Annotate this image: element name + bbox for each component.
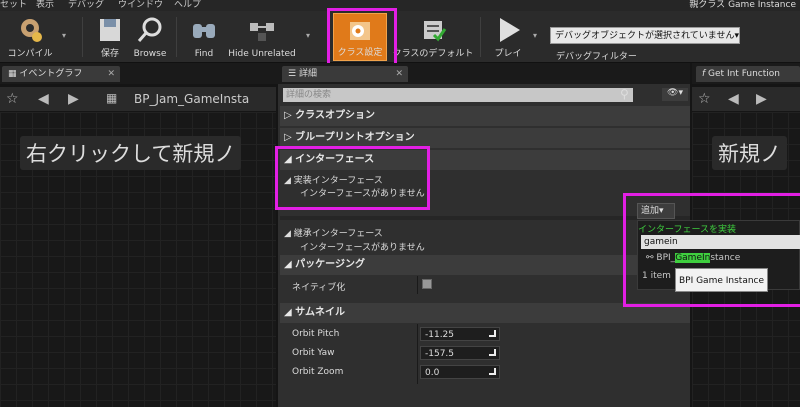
divider <box>480 17 481 57</box>
class-defaults-button[interactable]: クラスのデフォルト <box>392 13 474 61</box>
favorite-star-icon[interactable]: ☆ <box>698 91 711 107</box>
class-defaults-icon <box>424 21 447 42</box>
divider <box>176 17 177 57</box>
divider <box>417 324 418 384</box>
orbit-yaw-label: Orbit Yaw <box>292 348 335 358</box>
hide-unrelated-dropdown-icon[interactable]: ▾ <box>306 31 310 40</box>
section-class-options[interactable]: ▷ クラスオプション <box>280 106 690 126</box>
right-nav-bar: ☆ ◀ ▶ <box>692 87 800 111</box>
compile-icon <box>21 19 42 42</box>
graph-hint-text: 右クリックして新規ノ <box>20 136 242 170</box>
search-icon[interactable]: ⚲ <box>620 87 629 101</box>
play-button[interactable]: プレイ <box>488 13 528 61</box>
close-icon[interactable]: ✕ <box>107 66 115 82</box>
debug-object-select[interactable]: デバッグオブジェクトが選択されていません▾ <box>550 27 740 44</box>
favorite-star-icon[interactable]: ☆ <box>6 91 19 107</box>
divider <box>417 276 418 294</box>
find-icon <box>193 24 215 38</box>
toolbar: コンパイル ▾ 保存 Browse Find Hide Unrelated ▾ … <box>0 11 800 63</box>
back-arrow-icon[interactable]: ◀ <box>728 91 739 107</box>
inherited-interfaces-label: ◢ 継承インターフェース <box>284 229 383 239</box>
details-search-input[interactable]: 詳細の検索 <box>283 88 633 102</box>
tab-details[interactable]: ☰ 詳細 ✕ <box>282 66 408 82</box>
menu-item-debug[interactable]: デバッグ <box>68 0 104 10</box>
back-arrow-icon[interactable]: ◀ <box>38 91 49 107</box>
forward-arrow-icon[interactable]: ▶ <box>68 91 79 107</box>
details-icon: ☰ <box>288 69 297 79</box>
left-nav-bar: ☆ ◀ ▶ ▦ BP_Jam_GameInsta <box>0 87 276 111</box>
close-icon[interactable]: ✕ <box>395 66 403 82</box>
highlight-class-settings <box>327 8 397 68</box>
hide-unrelated-button[interactable]: Hide Unrelated <box>228 13 296 61</box>
section-blueprint-options[interactable]: ▷ ブループリントオプション <box>280 128 690 148</box>
orbit-pitch-field[interactable]: -11.25 <box>420 327 500 341</box>
view-options-eye-icon[interactable]: 👁▾ <box>662 88 688 101</box>
graph-hint-text: 新規ノ <box>712 136 787 170</box>
menu-item-view[interactable]: 表示 <box>36 0 54 10</box>
resize-handle-icon <box>489 330 496 337</box>
menu-item-set[interactable]: セット <box>0 0 27 10</box>
native-checkbox[interactable] <box>422 279 432 289</box>
graph-icon: ▦ <box>8 69 17 79</box>
forward-arrow-icon[interactable]: ▶ <box>756 91 767 107</box>
menu-bar: セット 表示 デバッグ ウインドウ ヘルプ 親クラス Game Instance <box>0 0 800 11</box>
breadcrumb[interactable]: BP_Jam_GameInsta <box>134 92 249 106</box>
compile-dropdown-icon[interactable]: ▾ <box>62 31 66 40</box>
right-tab-bar: f Get Int Function <box>692 63 800 84</box>
orbit-zoom-field[interactable]: 0.0 <box>420 365 500 379</box>
save-button[interactable]: 保存 <box>92 13 128 61</box>
resize-handle-icon <box>489 368 496 375</box>
play-icon <box>500 18 520 42</box>
save-icon <box>100 19 120 41</box>
compile-button[interactable]: コンパイル <box>4 13 56 61</box>
menu-item-window[interactable]: ウインドウ <box>118 0 163 10</box>
highlight-interfaces <box>275 146 430 210</box>
menu-item-help[interactable]: ヘルプ <box>174 0 201 10</box>
orbit-zoom-label: Orbit Zoom <box>292 367 344 377</box>
event-graph-canvas[interactable]: 右クリックして新規ノ <box>0 112 276 407</box>
native-label: ネイティブ化 <box>292 283 346 293</box>
function-icon: f <box>702 69 706 79</box>
browse-button[interactable]: Browse <box>130 13 170 61</box>
window-title: 親クラス Game Instance <box>689 0 796 10</box>
tab-event-graph[interactable]: ▦ イベントグラフ ✕ <box>2 66 120 82</box>
divider <box>82 17 83 57</box>
hide-unrelated-icon <box>250 23 274 41</box>
resize-handle-icon <box>489 349 496 356</box>
play-dropdown-icon[interactable]: ▾ <box>533 31 537 40</box>
browse-icon <box>137 17 162 42</box>
orbit-yaw-field[interactable]: -157.5 <box>420 346 500 360</box>
find-button[interactable]: Find <box>184 13 224 61</box>
tab-get-int-function[interactable]: f Get Int Function <box>696 66 800 82</box>
inherited-interfaces-empty: インターフェースがありません <box>300 243 425 253</box>
debug-filter-label: デバッグフィルター <box>556 52 637 62</box>
details-tab-bar: ☰ 詳細 ✕ <box>278 63 690 84</box>
blueprint-icon: ▦ <box>106 91 118 105</box>
left-tab-bar: ▦ イベントグラフ ✕ <box>0 63 278 84</box>
highlight-add-interface <box>623 193 800 307</box>
orbit-pitch-label: Orbit Pitch <box>292 329 340 339</box>
